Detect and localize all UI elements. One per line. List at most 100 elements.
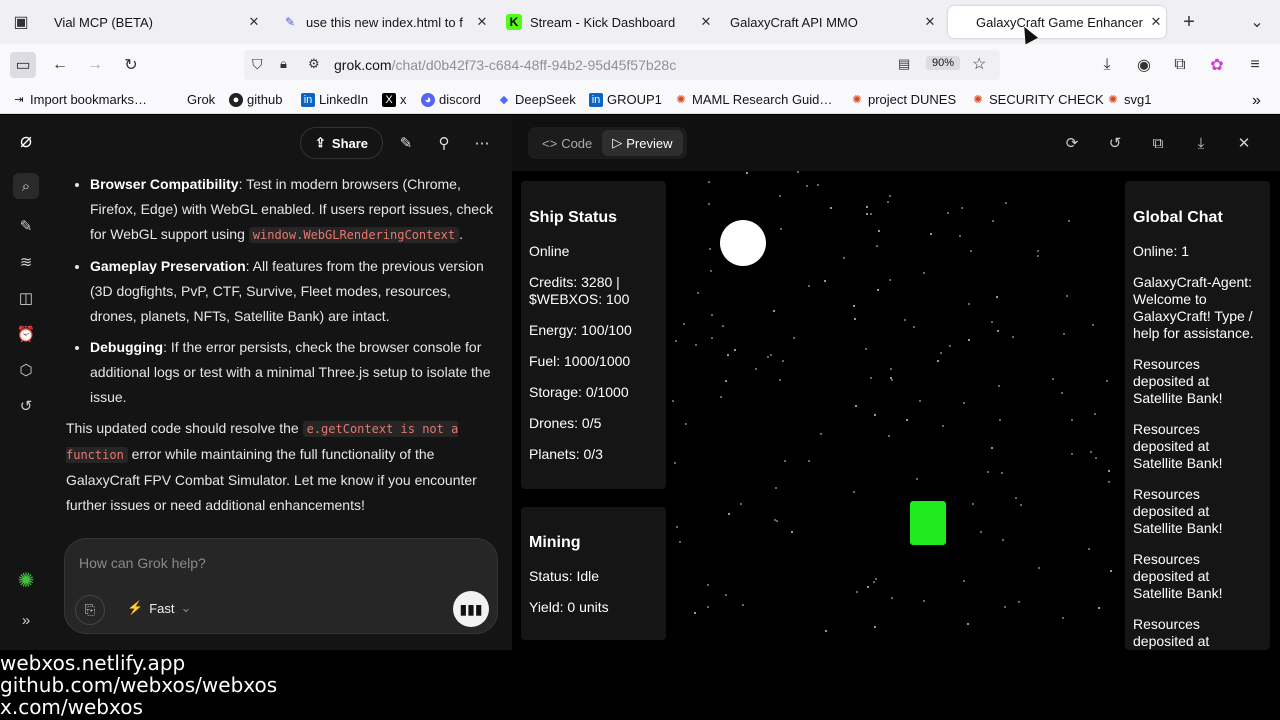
storage-row: Storage: 0/1000 bbox=[529, 384, 629, 400]
star bbox=[1018, 600, 1021, 603]
downloads-icon[interactable]: ⤓ bbox=[1094, 52, 1120, 78]
bookmark-star-icon[interactable]: ☆ bbox=[972, 54, 986, 74]
new-chat-icon[interactable]: ✎ bbox=[13, 213, 39, 239]
avatar[interactable]: ✺ bbox=[13, 567, 39, 593]
tasks-icon[interactable]: ⏰ bbox=[13, 321, 39, 347]
tab-preview[interactable]: ▷ Preview bbox=[602, 130, 683, 156]
reload-button[interactable]: ↻ bbox=[118, 52, 144, 78]
projects-icon[interactable]: ◫ bbox=[13, 285, 39, 311]
chevron-down-icon: ⌄ bbox=[180, 600, 192, 615]
more-bookmarks-icon[interactable]: » bbox=[1252, 92, 1261, 110]
tab-galaxycraft-api[interactable]: GalaxyCraft API MMO ✕ bbox=[722, 6, 940, 38]
star bbox=[793, 336, 796, 339]
permissions-icon[interactable]: ⚙ bbox=[308, 56, 320, 72]
bookmark-dunes[interactable]: ✺ project DUNES bbox=[850, 92, 956, 107]
bookmark-group1[interactable]: in GROUP1 bbox=[589, 92, 662, 107]
star bbox=[852, 304, 855, 307]
star bbox=[887, 434, 890, 437]
bookmark-github[interactable]: ● github bbox=[229, 92, 282, 107]
conclusion-text: error while maintaining the full functio… bbox=[66, 446, 477, 513]
deepseek-icon: ◆ bbox=[499, 93, 509, 106]
tab-galaxycraft-enhancer[interactable]: GalaxyCraft Game Enhancer ✕ bbox=[948, 6, 1166, 38]
tab-kick-dashboard[interactable]: K Stream - Kick Dashboard ✕ bbox=[498, 6, 716, 38]
star bbox=[808, 460, 811, 463]
lock-icon[interactable]: 🔒︎ bbox=[280, 56, 287, 72]
bullet-title: Gameplay Preservation bbox=[90, 258, 246, 274]
tab-vial-mcp[interactable]: Vial MCP (BETA) ✕ bbox=[46, 6, 264, 38]
overlay-line: x.com/webxos bbox=[0, 695, 143, 719]
star bbox=[1066, 295, 1069, 298]
chat-input-placeholder[interactable]: How can Grok help? bbox=[79, 555, 206, 571]
tab-code[interactable]: <> Code bbox=[532, 130, 602, 156]
close-icon[interactable]: ✕ bbox=[1146, 14, 1166, 30]
forward-button[interactable]: → bbox=[82, 52, 108, 78]
star bbox=[726, 354, 729, 357]
grok-logo-icon[interactable]: ⌀ bbox=[13, 127, 39, 153]
edit-icon[interactable]: ✎ bbox=[391, 128, 421, 158]
tab-use-new-index[interactable]: ✎ use this new index.html to f ✕ bbox=[274, 6, 492, 38]
voice-icon[interactable]: ≋ bbox=[13, 249, 39, 275]
star bbox=[922, 600, 925, 603]
panel-title: Global Chat bbox=[1133, 209, 1223, 226]
expand-sidebar-icon[interactable]: » bbox=[13, 607, 39, 633]
bookmark-linkedin[interactable]: in LinkedIn bbox=[301, 92, 368, 107]
artifact-tabs: <> Code ▷ Preview bbox=[528, 127, 687, 159]
copy-icon[interactable]: ⧉ bbox=[1146, 131, 1170, 155]
bookmark-label: Grok bbox=[187, 92, 216, 107]
game-preview[interactable]: Ship Status Online Credits: 3280 | $WEBX… bbox=[512, 171, 1280, 650]
bookmark-discord[interactable]: ◕ discord bbox=[421, 92, 481, 107]
star bbox=[946, 211, 949, 214]
close-icon[interactable]: ✕ bbox=[244, 14, 264, 30]
star bbox=[1109, 569, 1112, 572]
star bbox=[843, 257, 846, 260]
history-icon[interactable]: ↺ bbox=[1103, 131, 1127, 155]
new-tab-button[interactable]: + bbox=[1176, 9, 1202, 35]
colorful-extension-icon[interactable]: ✿ bbox=[1204, 52, 1230, 78]
sidebar-toggle-icon[interactable]: ▭ bbox=[10, 52, 36, 78]
share-button[interactable]: ⇪ Share bbox=[300, 127, 384, 159]
close-icon[interactable]: ✕ bbox=[1232, 131, 1256, 155]
url-bar[interactable]: ⛉ 🔒︎ ⚙ grok.com/chat/d0b42f73-c684-48ff-… bbox=[244, 50, 1000, 80]
zoom-level[interactable]: 90% bbox=[926, 56, 961, 70]
close-icon[interactable]: ✕ bbox=[920, 14, 940, 30]
close-icon[interactable]: ✕ bbox=[472, 14, 492, 30]
star bbox=[853, 317, 856, 320]
bookmark-x[interactable]: Xx bbox=[382, 92, 407, 107]
chat-input-box[interactable]: How can Grok help? ⎘ ⚡ Fast ⌄ ▮▮▮ bbox=[64, 538, 498, 634]
bookmark-label: SECURITY CHECK bbox=[989, 92, 1104, 107]
model-selector[interactable]: ⚡ Fast ⌄ bbox=[127, 600, 191, 616]
star bbox=[725, 379, 728, 382]
attach-icon[interactable]: ⎘ bbox=[75, 595, 105, 625]
bookmark-security[interactable]: ✺ SECURITY CHECK bbox=[971, 92, 1104, 107]
bookmark-grok[interactable]: Grok bbox=[187, 92, 215, 107]
bookmark-svg1[interactable]: ✺ svg1 bbox=[1106, 92, 1151, 107]
planets-row: Planets: 0/3 bbox=[529, 446, 603, 462]
pin-icon[interactable]: ⚲ bbox=[429, 128, 459, 158]
bookmark-import[interactable]: ⇥ Import bookmarks… bbox=[12, 92, 147, 107]
voice-mode-button[interactable]: ▮▮▮ bbox=[453, 591, 489, 627]
menu-icon[interactable]: ≡ bbox=[1242, 52, 1268, 78]
download-icon[interactable]: ⤓ bbox=[1189, 131, 1213, 155]
history-icon[interactable]: ↺ bbox=[13, 393, 39, 419]
star bbox=[708, 203, 711, 206]
close-icon[interactable]: ✕ bbox=[696, 14, 716, 30]
star bbox=[942, 424, 945, 427]
star bbox=[790, 531, 793, 534]
account-icon[interactable]: ◉ bbox=[1131, 52, 1157, 78]
star bbox=[719, 395, 722, 398]
search-icon[interactable]: ⌕ bbox=[13, 173, 39, 199]
tab-list-chevron-icon[interactable]: ⌄ bbox=[1244, 9, 1270, 35]
star bbox=[870, 377, 873, 380]
reader-view-icon[interactable]: ▤ bbox=[898, 56, 910, 72]
star bbox=[817, 183, 820, 186]
bookmark-deepseek[interactable]: ◆ DeepSeek bbox=[497, 92, 576, 107]
url-text[interactable]: grok.com/chat/d0b42f73-c684-48ff-94b2-95… bbox=[334, 57, 676, 73]
cube-icon[interactable]: ⬡ bbox=[13, 357, 39, 383]
refresh-icon[interactable]: ⟳ bbox=[1060, 131, 1084, 155]
tab-overview-icon[interactable]: ▣ bbox=[8, 9, 34, 35]
back-button[interactable]: ← bbox=[47, 52, 73, 78]
bookmark-maml[interactable]: ✺ MAML Research Guid… bbox=[674, 92, 832, 107]
more-options-icon[interactable]: ⋯ bbox=[467, 128, 497, 158]
shield-icon[interactable]: ⛉ bbox=[252, 56, 263, 73]
extensions-icon[interactable]: ⧉ bbox=[1167, 52, 1193, 78]
